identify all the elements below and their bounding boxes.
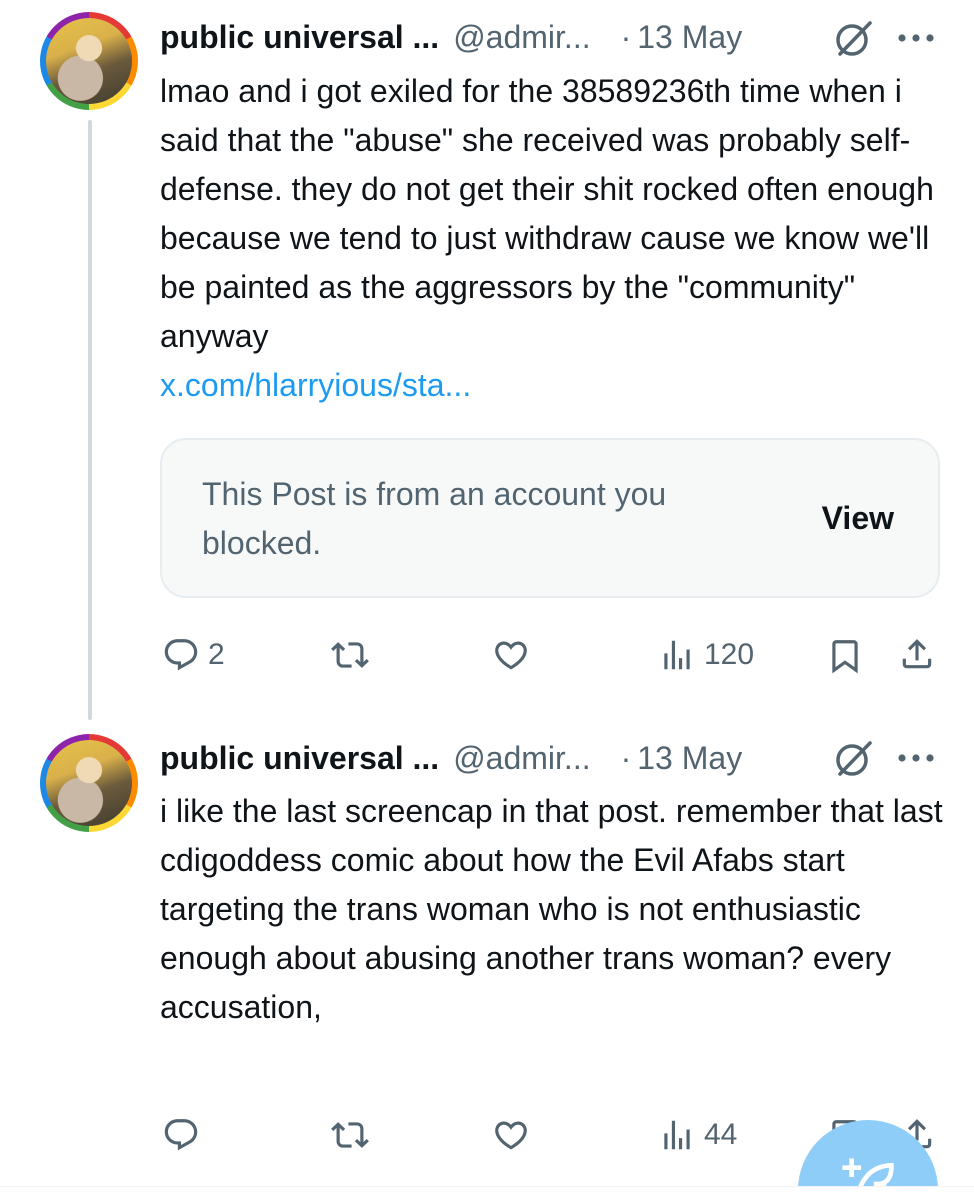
bookmark-button[interactable] [826, 636, 864, 676]
repost-button[interactable] [330, 1116, 378, 1154]
more-icon[interactable] [896, 30, 936, 51]
view-button[interactable]: View [822, 500, 894, 537]
display-name[interactable]: public universal ... [160, 19, 439, 56]
user-handle[interactable]: @admir... [453, 740, 590, 777]
share-button[interactable] [898, 634, 936, 674]
tweet-body: i like the last screencap in that post. … [160, 793, 943, 1025]
views-icon [664, 640, 690, 670]
reply-count: 2 [208, 638, 225, 671]
share-icon [902, 639, 932, 669]
tweet-body: lmao and i got exiled for the 38589236th… [160, 73, 934, 354]
tweet-2[interactable]: public universal ... @admir... · 13 May … [0, 720, 974, 1186]
post-date[interactable]: 13 May [637, 740, 742, 777]
repost-icon [331, 1122, 369, 1148]
blocked-notice: This Post is from an account you blocked… [202, 476, 667, 561]
tweet-text: i like the last screencap in that post. … [160, 787, 950, 1032]
views-button[interactable]: 44 [658, 1116, 737, 1154]
thread-line [88, 120, 92, 720]
tweet-1[interactable]: public universal ... @admir... · 13 May … [0, 0, 974, 720]
reply-icon [164, 1119, 198, 1151]
reply-button[interactable]: 2 [162, 636, 225, 674]
slashed-circle-icon[interactable] [832, 20, 876, 63]
tweet-text: lmao and i got exiled for the 38589236th… [160, 67, 950, 410]
tweet-header: public universal ... @admir... · 13 May [160, 735, 742, 781]
avatar[interactable] [40, 734, 138, 832]
quoted-post-blocked[interactable]: This Post is from an account you blocked… [160, 438, 940, 598]
avatar-image [46, 18, 132, 104]
reply-button[interactable] [162, 1116, 208, 1154]
separator-dot: · [620, 18, 632, 55]
reply-icon [164, 639, 198, 671]
like-button[interactable] [492, 636, 538, 674]
repost-button[interactable] [330, 636, 378, 674]
user-handle[interactable]: @admir... [453, 19, 590, 56]
views-icon [664, 1120, 690, 1150]
display-name[interactable]: public universal ... [160, 740, 439, 777]
avatar[interactable] [40, 12, 138, 110]
post-date[interactable]: 13 May [637, 19, 742, 56]
tweet-link[interactable]: x.com/hlarryious/sta... [160, 367, 471, 403]
views-count: 120 [704, 638, 755, 671]
like-icon [495, 1121, 527, 1150]
like-button[interactable] [492, 1116, 538, 1154]
repost-icon [331, 642, 369, 668]
avatar-image [46, 740, 132, 826]
slashed-circle-icon[interactable] [832, 740, 876, 783]
like-icon [495, 641, 527, 670]
bookmark-icon [832, 640, 858, 674]
views-count: 44 [704, 1118, 738, 1151]
separator-dot: · [620, 739, 632, 776]
bottom-bar [0, 1186, 974, 1200]
more-icon[interactable] [896, 750, 936, 771]
views-button[interactable]: 120 [658, 636, 754, 674]
tweet-header: public universal ... @admir... · 13 May [160, 14, 742, 60]
